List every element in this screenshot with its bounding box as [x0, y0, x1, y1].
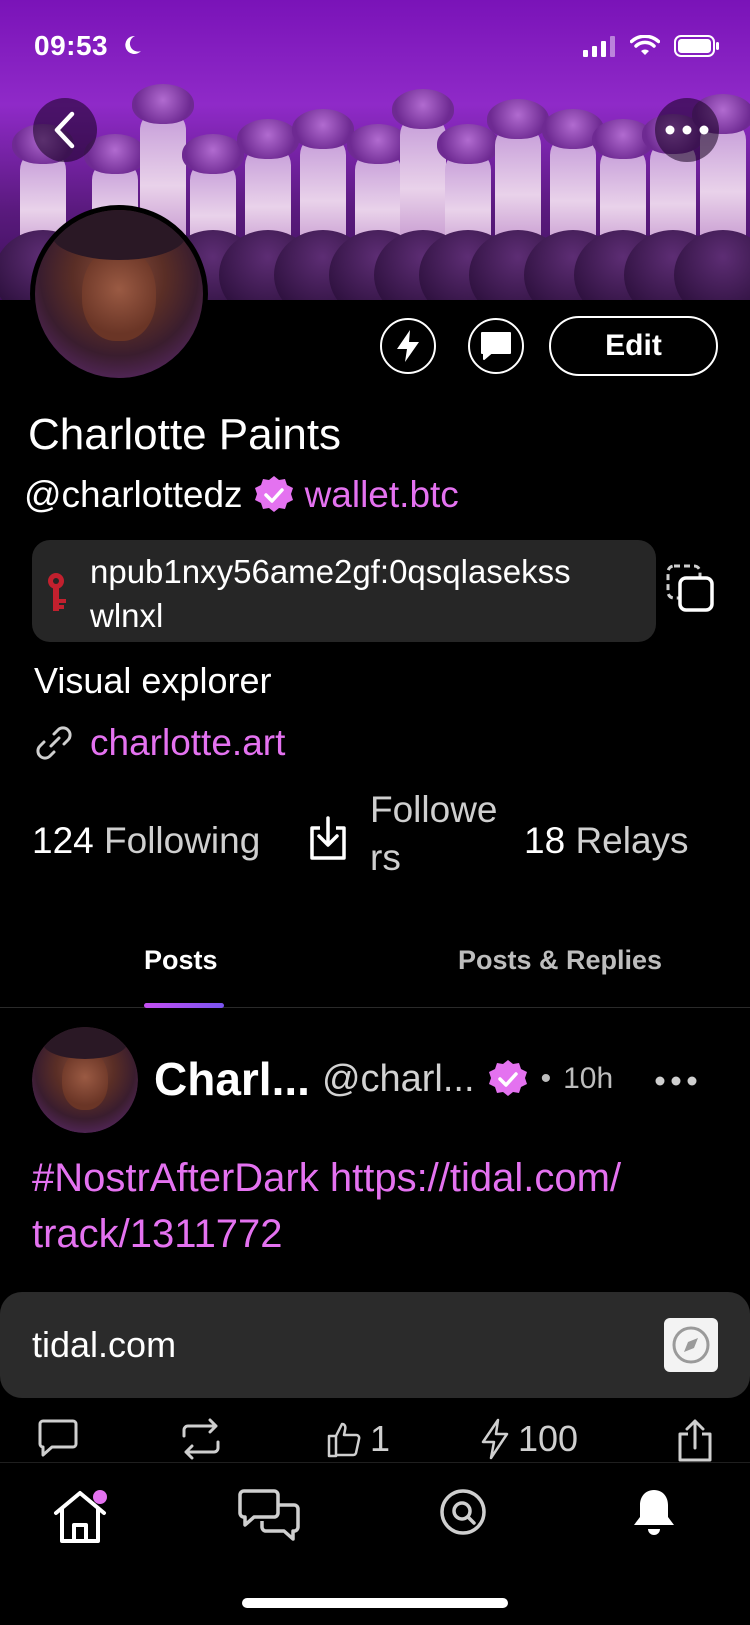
message-button[interactable]: [468, 318, 524, 374]
key-icon: [48, 573, 66, 611]
post-content[interactable]: #NostrAfterDark https://tidal.com/ track…: [32, 1150, 722, 1262]
profile-stats: 124 Following Followe rs 18 Relays: [32, 789, 732, 888]
more-icon: [655, 1076, 697, 1086]
like-button[interactable]: 1: [326, 1418, 390, 1460]
followers-stat[interactable]: [306, 814, 350, 871]
link-icon: [36, 726, 72, 760]
zap-post-button[interactable]: 100: [480, 1418, 578, 1460]
back-button[interactable]: [33, 98, 97, 162]
nip05-address[interactable]: wallet.btc: [305, 474, 459, 516]
post-author-handle: @charl...: [321, 1057, 475, 1100]
wifi-icon: [630, 35, 660, 55]
post-more-button[interactable]: [654, 1074, 698, 1092]
repost-icon: [182, 1418, 220, 1460]
verified-icon: [488, 1060, 527, 1096]
copy-npub-button[interactable]: [666, 564, 716, 619]
search-icon: [440, 1489, 486, 1535]
compass-icon: [672, 1326, 710, 1364]
relays-stat[interactable]: 18 Relays: [524, 820, 689, 862]
edit-profile-button[interactable]: Edit: [549, 316, 718, 376]
status-icons: [582, 34, 720, 58]
bio: Visual explorer: [34, 660, 272, 701]
nav-home[interactable]: [50, 1487, 114, 1552]
handle: @charlottedz: [24, 474, 243, 515]
reply-icon: [38, 1419, 78, 1457]
status-time: 09:53: [34, 30, 144, 62]
link-preview-card[interactable]: tidal.com: [0, 1292, 750, 1398]
more-icon: [665, 125, 709, 135]
nav-messages[interactable]: [236, 1487, 304, 1552]
npub-line-2: wlnxl: [90, 597, 164, 634]
handle-row: @charlottedz wallet.btc: [24, 474, 459, 516]
copy-icon: [666, 564, 714, 612]
back-icon: [54, 111, 75, 149]
npub-line-1: npub1nxy56ame2gf:0qsqlasekss: [90, 553, 571, 590]
like-count: 1: [370, 1418, 391, 1459]
website-link[interactable]: charlotte.art: [90, 722, 285, 764]
zap-icon: [397, 330, 419, 362]
home-indicator: [242, 1598, 508, 1608]
relays-count: 18: [524, 820, 566, 861]
following-count: 124: [32, 820, 94, 861]
reply-button[interactable]: [36, 1418, 80, 1460]
nav-search[interactable]: [438, 1487, 488, 1542]
tab-posts[interactable]: Posts: [144, 945, 218, 976]
verified-icon: [254, 476, 293, 512]
zap-button[interactable]: [380, 318, 436, 374]
moon-icon: [125, 35, 142, 54]
chat-icon: [238, 1489, 300, 1541]
nav-notifications[interactable]: [630, 1487, 678, 1544]
bell-icon: [634, 1490, 674, 1535]
following-stat[interactable]: 124 Following: [32, 820, 260, 862]
followers-label[interactable]: Followe rs: [370, 786, 498, 882]
post-author-name[interactable]: Charl...: [154, 1052, 310, 1106]
home-icon: [54, 1490, 107, 1543]
npub-box[interactable]: npub1nxy56ame2gf:0qsqlasekss wlnxl: [32, 540, 656, 642]
post-time: 10h: [563, 1062, 614, 1095]
post-author-avatar[interactable]: [32, 1027, 138, 1133]
zap-icon: [481, 1418, 509, 1460]
share-icon: [678, 1419, 712, 1462]
like-icon: [327, 1422, 361, 1458]
open-in-browser-button[interactable]: [664, 1318, 718, 1372]
relays-label: Relays: [575, 820, 689, 861]
post-header: Charl... @charl... • 10h: [154, 1052, 613, 1106]
profile-avatar[interactable]: [30, 205, 208, 383]
repost-button[interactable]: [176, 1418, 226, 1460]
following-label: Following: [104, 820, 261, 861]
website-link-row[interactable]: charlotte.art: [34, 722, 285, 764]
active-tab-indicator: [144, 1003, 224, 1008]
display-name: Charlotte Paints: [28, 410, 342, 459]
profile-tabs: Posts Posts & Replies: [0, 945, 750, 1008]
zap-amount: 100: [518, 1418, 579, 1459]
share-button[interactable]: [676, 1418, 714, 1462]
more-button[interactable]: [655, 98, 719, 162]
message-icon: [481, 332, 511, 360]
link-domain: tidal.com: [32, 1324, 177, 1365]
tab-posts-replies[interactable]: Posts & Replies: [458, 945, 662, 976]
post-time-dot: •: [540, 1062, 552, 1095]
signal-icon: [583, 36, 615, 57]
battery-icon: [674, 35, 719, 57]
post-actions: 1 100: [0, 1418, 750, 1468]
followers-icon: [310, 816, 346, 860]
